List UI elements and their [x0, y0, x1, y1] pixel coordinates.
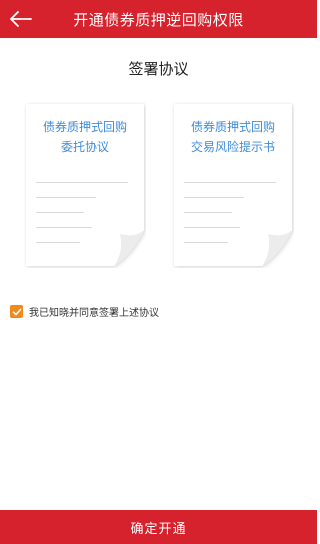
document-title-line1: 债券质押式回购: [190, 120, 275, 134]
document-title: 债券质押式回购 交易风险提示书: [172, 117, 294, 157]
agree-checkbox[interactable]: [10, 305, 23, 318]
text-line: [36, 212, 84, 213]
document-title-line1: 债券质押式回购: [42, 120, 127, 134]
text-line: [36, 197, 96, 198]
document-title-line2: 交易风险提示书: [190, 140, 275, 154]
text-line: [184, 227, 240, 228]
back-button[interactable]: [8, 7, 34, 31]
arrow-left-icon: [10, 11, 32, 27]
agree-label: 我已知晓并同意签署上述协议: [29, 308, 159, 319]
text-line: [184, 242, 228, 243]
section-title: 签署协议: [128, 60, 189, 78]
text-line: [36, 227, 92, 228]
top-nav-bar: 开通债券质押逆回购权限: [0, 0, 317, 38]
confirm-open-button[interactable]: 确定开通: [0, 510, 317, 544]
agreement-card-risk[interactable]: 债券质押式回购 交易风险提示书: [172, 102, 294, 268]
document-title: 债券质押式回购 委托协议: [24, 117, 146, 157]
text-line: [36, 242, 80, 243]
agreement-card-entrust[interactable]: 债券质押式回购 委托协议: [24, 102, 146, 268]
page-title: 开通债券质押逆回购权限: [73, 10, 244, 29]
text-line: [184, 212, 232, 213]
document-title-line2: 委托协议: [60, 140, 109, 154]
agree-checkbox-row[interactable]: 我已知晓并同意签署上述协议: [10, 304, 159, 319]
text-line: [184, 182, 276, 183]
text-line: [184, 197, 244, 198]
text-line: [36, 182, 128, 183]
checkmark-icon: [12, 308, 21, 315]
